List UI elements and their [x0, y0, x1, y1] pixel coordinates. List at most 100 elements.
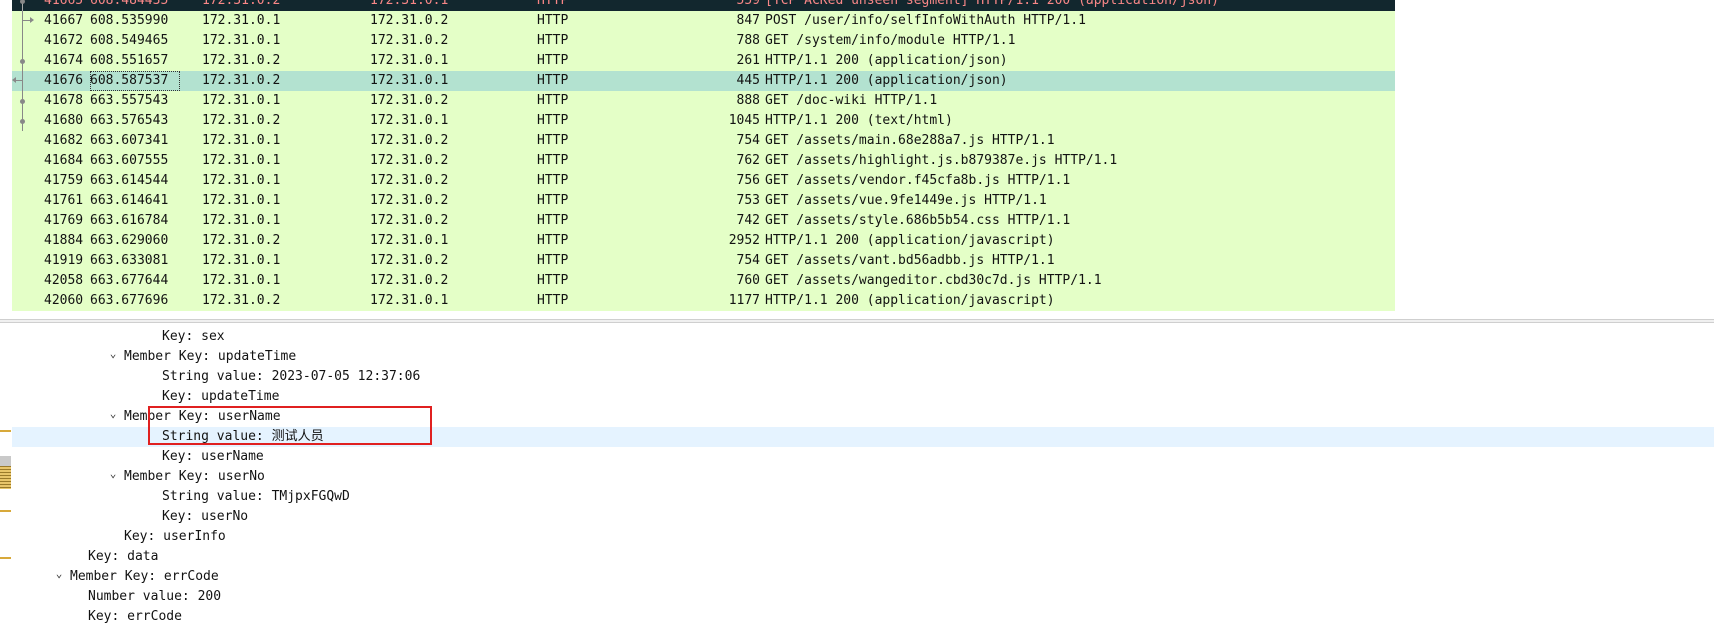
chevron-down-icon[interactable]: ⌄: [106, 344, 120, 364]
detail-text: Member Key: updateTime: [124, 349, 297, 364]
packet-list[interactable]: 41665 608.484435 172.31.0.2 172.31.0.1 HTTP 5…: [0, 0, 1714, 319]
packet-destination: 172.31.0.2: [370, 213, 449, 228]
packet-protocol: HTTP: [537, 213, 569, 228]
detail-tree-item[interactable]: Key: userInfo: [12, 527, 1714, 547]
packet-destination: 172.31.0.2: [370, 193, 449, 208]
packet-time: 608.549465: [90, 33, 169, 48]
packet-row[interactable]: 41919 663.633081 172.31.0.1 172.31.0.2 HTTP 7…: [12, 251, 1395, 271]
packet-info: GET /doc-wiki HTTP/1.1: [765, 93, 938, 108]
packet-number: 41674: [44, 53, 84, 68]
packet-number: 42060: [44, 293, 84, 308]
packet-number: 42058: [44, 273, 84, 288]
packet-length: 1177: [728, 293, 760, 308]
packet-row[interactable]: 41678 663.557543 172.31.0.1 172.31.0.2 HTTP 8…: [12, 91, 1395, 111]
detail-tree-item[interactable]: Key: data: [12, 547, 1714, 567]
packet-row[interactable]: 41684 663.607555 172.31.0.1 172.31.0.2 HTTP 7…: [12, 151, 1395, 171]
packet-number: 41678: [44, 93, 84, 108]
packet-number: 41884: [44, 233, 84, 248]
packet-row[interactable]: 41682 663.607341 172.31.0.1 172.31.0.2 HTTP 7…: [12, 131, 1395, 151]
detail-tree-item[interactable]: Key: userName: [12, 447, 1714, 467]
detail-tree-item[interactable]: ⌄ Member Key: updateTime: [12, 347, 1714, 367]
detail-text: Member Key: userName: [124, 409, 281, 424]
packet-length: 261: [736, 53, 760, 68]
detail-tree-item[interactable]: String value: 测试人员: [12, 427, 1714, 447]
packet-length: 1045: [728, 113, 760, 128]
packet-details[interactable]: Key: sex ⌄ Member Key: updateTime String va…: [0, 323, 1714, 623]
packet-row[interactable]: 42060 663.677696 172.31.0.2 172.31.0.1 HTTP 1…: [12, 291, 1395, 311]
packet-info: GET /system/info/module HTTP/1.1: [765, 33, 1016, 48]
packet-source: 172.31.0.2: [202, 0, 281, 8]
detail-tree-item[interactable]: String value: 2023-07-05 12:37:06: [12, 367, 1714, 387]
packet-length: 753: [736, 193, 760, 208]
detail-text: Key: sex: [162, 329, 225, 344]
packet-length: 788: [736, 33, 760, 48]
packet-protocol: HTTP: [537, 153, 569, 168]
packet-row[interactable]: 41759 663.614544 172.31.0.1 172.31.0.2 HTTP 7…: [12, 171, 1395, 191]
packet-row[interactable]: 41769 663.616784 172.31.0.1 172.31.0.2 HTTP 7…: [12, 211, 1395, 231]
related-packet-indicator: [12, 31, 44, 51]
detail-tree-item[interactable]: String value: TMjpxFGQwD: [12, 487, 1714, 507]
packet-info: GET /assets/style.686b5b54.css HTTP/1.1: [765, 213, 1071, 228]
packet-destination: 172.31.0.2: [370, 253, 449, 268]
related-packet-indicator: [12, 191, 44, 211]
packet-row[interactable]: 41761 663.614641 172.31.0.1 172.31.0.2 HTTP 7…: [12, 191, 1395, 211]
related-packet-indicator: [12, 91, 44, 111]
detail-text: String value: TMjpxFGQwD: [162, 489, 350, 504]
packet-protocol: HTTP: [537, 0, 569, 8]
detail-text: Key: userNo: [162, 509, 249, 524]
packet-destination: 172.31.0.1: [370, 113, 449, 128]
packet-source: 172.31.0.1: [202, 93, 281, 108]
packet-time: 663.557543: [90, 93, 169, 108]
packet-row[interactable]: 41672 608.549465 172.31.0.1 172.31.0.2 HTTP 7…: [12, 31, 1395, 51]
related-packet-indicator: [12, 131, 44, 151]
packet-time: 663.607341: [90, 133, 169, 148]
packet-protocol: HTTP: [537, 53, 569, 68]
packet-row[interactable]: 42058 663.677644 172.31.0.1 172.31.0.2 HTTP 7…: [12, 271, 1395, 291]
detail-tree-item[interactable]: ⌄ Member Key: userNo: [12, 467, 1714, 487]
packet-destination: 172.31.0.2: [370, 93, 449, 108]
related-packet-indicator: [12, 271, 44, 291]
packet-row[interactable]: 41680 663.576543 172.31.0.2 172.31.0.1 HTTP 1…: [12, 111, 1395, 131]
packet-length: 762: [736, 153, 760, 168]
detail-text: Member Key: userNo: [124, 469, 265, 484]
packet-number: 41682: [44, 133, 84, 148]
chevron-down-icon[interactable]: ⌄: [52, 564, 66, 584]
packet-info: GET /assets/vue.9fe1449e.js HTTP/1.1: [765, 193, 1047, 208]
packet-protocol: HTTP: [537, 13, 569, 28]
packet-source: 172.31.0.1: [202, 153, 281, 168]
related-packet-indicator: [12, 231, 44, 251]
packet-destination: 172.31.0.2: [370, 273, 449, 288]
packet-number: 41761: [44, 193, 84, 208]
packet-time: 608.587537: [90, 71, 181, 91]
detail-tree-item[interactable]: ⌄ Member Key: errCode: [12, 567, 1714, 587]
packet-row[interactable]: 41676 608.587537 172.31.0.2 172.31.0.1 HTTP 4…: [12, 71, 1395, 91]
packet-row[interactable]: 41674 608.551657 172.31.0.2 172.31.0.1 HTTP 2…: [12, 51, 1395, 71]
detail-tree-item[interactable]: ⌄ Member Key: userName: [12, 407, 1714, 427]
packet-info: [TCP ACKed unseen segment] HTTP/1.1 200 …: [765, 0, 1219, 8]
packet-number: 41665: [44, 0, 84, 8]
detail-tree-item[interactable]: Key: errCode: [12, 607, 1714, 623]
packet-row[interactable]: 41667 608.535990 172.31.0.1 172.31.0.2 HTTP 8…: [12, 11, 1395, 31]
detail-tree-item[interactable]: Key: sex: [12, 327, 1714, 347]
packet-source: 172.31.0.1: [202, 173, 281, 188]
packet-number: 41667: [44, 13, 84, 28]
packet-row[interactable]: 41665 608.484435 172.31.0.2 172.31.0.1 HTTP 5…: [12, 0, 1395, 11]
packet-row[interactable]: 41884 663.629060 172.31.0.2 172.31.0.1 HTTP 2…: [12, 231, 1395, 251]
packet-protocol: HTTP: [537, 233, 569, 248]
packet-length: 2952: [728, 233, 760, 248]
packet-protocol: HTTP: [537, 113, 569, 128]
packet-time: 663.614544: [90, 173, 169, 188]
packet-destination: 172.31.0.1: [370, 73, 449, 88]
detail-tree-item[interactable]: Key: updateTime: [12, 387, 1714, 407]
packet-source: 172.31.0.2: [202, 73, 281, 88]
packet-info: HTTP/1.1 200 (application/javascript): [765, 293, 1055, 308]
chevron-down-icon[interactable]: ⌄: [106, 464, 120, 484]
packet-protocol: HTTP: [537, 293, 569, 308]
packet-info: GET /assets/wangeditor.cbd30c7d.js HTTP/…: [765, 273, 1102, 288]
detail-tree-item[interactable]: Number value: 200: [12, 587, 1714, 607]
detail-tree-item[interactable]: Key: userNo: [12, 507, 1714, 527]
detail-text: Key: userInfo: [124, 529, 226, 544]
packet-time: 663.633081: [90, 253, 169, 268]
chevron-down-icon[interactable]: ⌄: [106, 404, 120, 424]
packet-destination: 172.31.0.1: [370, 0, 449, 8]
